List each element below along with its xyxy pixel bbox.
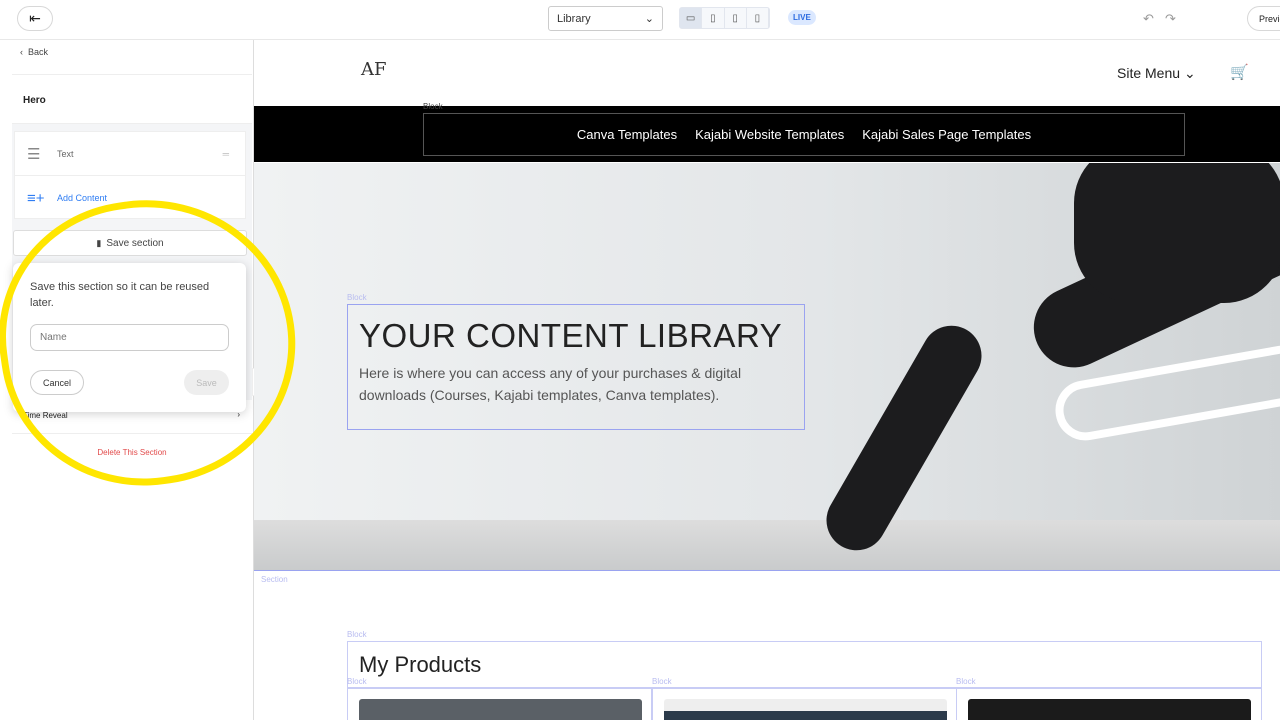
product-card[interactable]: [347, 688, 652, 720]
nav-bar: Block Canva Templates Kajabi Website Tem…: [254, 102, 1280, 162]
nav-links: Canva Templates Kajabi Website Templates…: [423, 113, 1185, 156]
section-name-input[interactable]: [30, 324, 229, 351]
product-image: [359, 699, 642, 720]
hero-text: Here is where you can access any of your…: [359, 365, 742, 403]
item-label: Add Content: [57, 193, 108, 203]
time-reveal-label: Time Reveal: [23, 411, 68, 420]
live-badge: LIVE: [788, 10, 816, 25]
chevron-down-icon: ⌄: [1183, 65, 1196, 81]
page-select-value: Library: [557, 12, 591, 25]
page-canvas: AF Site Menu ⌄ 🛒 Block Canva Templates K…: [254, 41, 1280, 720]
delete-section-link[interactable]: Delete This Section: [12, 448, 252, 457]
block-label: Block: [652, 677, 672, 686]
product-card[interactable]: [652, 688, 957, 720]
cancel-button[interactable]: Cancel: [30, 370, 84, 395]
nav-link[interactable]: Canva Templates: [577, 127, 677, 142]
save-button[interactable]: Save: [184, 370, 229, 395]
save-section-label: Save section: [106, 237, 164, 249]
save-section-button[interactable]: ▮ Save section: [13, 230, 247, 256]
block-label: Block: [347, 677, 367, 686]
desktop-icon[interactable]: ▭: [680, 8, 703, 28]
tablet-landscape-icon[interactable]: ▯: [702, 8, 725, 28]
site-menu-label: Site Menu: [1117, 65, 1181, 81]
bookmark-icon: ▮: [96, 237, 102, 248]
block-label: Block: [347, 630, 367, 639]
tablet-icon[interactable]: ▯: [725, 8, 747, 28]
products-title: My Products: [359, 652, 482, 677]
undo-icon[interactable]: ↶: [1143, 11, 1154, 27]
product-image: [664, 699, 947, 720]
top-toolbar: ⇤ Library⌄ ▭▯▯▯ LIVE ↶ ↷ Preview: [0, 0, 1280, 40]
add-list-icon: ≡+: [27, 189, 45, 207]
site-logo[interactable]: AF: [361, 59, 387, 80]
exit-icon: ⇤: [29, 10, 41, 26]
section-title: Hero: [12, 76, 252, 124]
hero-image-shape: [1074, 163, 1280, 303]
hero-floor: [254, 520, 1280, 570]
site-menu-button[interactable]: Site Menu ⌄: [1117, 65, 1196, 82]
content-item-text[interactable]: ☰ Text ═: [15, 132, 245, 176]
back-label: Back: [28, 47, 49, 57]
popover-message: Save this section so it can be reused la…: [30, 281, 210, 309]
nav-link[interactable]: Kajabi Website Templates: [695, 127, 844, 142]
products-heading-block[interactable]: My Products: [347, 641, 1262, 688]
block-label: Block: [347, 293, 367, 302]
hero-section[interactable]: Block YOUR CONTENT LIBRARY Here is where…: [254, 163, 1280, 571]
page-select[interactable]: Library ⌄: [548, 6, 663, 31]
content-list: ☰ Text ═ ≡+ Add Content: [14, 131, 246, 219]
preview-button[interactable]: Preview: [1247, 6, 1280, 31]
block-label: Block: [956, 677, 976, 686]
save-section-popover: Save this section so it can be reused la…: [13, 263, 246, 412]
hero-text-block[interactable]: YOUR CONTENT LIBRARY Here is where you c…: [347, 304, 805, 430]
cart-icon[interactable]: 🛒: [1230, 63, 1249, 81]
section-label: Section: [261, 575, 288, 584]
device-switcher: ▭ ▯ ▯ ▯: [679, 7, 770, 29]
redo-icon[interactable]: ↷: [1165, 11, 1176, 27]
chevron-down-icon: ⌄: [644, 13, 654, 25]
back-button[interactable]: ‹ Back: [12, 41, 252, 75]
hero-title: YOUR CONTENT LIBRARY: [359, 317, 783, 354]
drag-handle-icon[interactable]: ═: [223, 149, 229, 159]
add-content-button[interactable]: ≡+ Add Content: [15, 176, 245, 220]
block-label: Block: [423, 102, 443, 111]
product-card[interactable]: [956, 688, 1262, 720]
nav-link[interactable]: Kajabi Sales Page Templates: [862, 127, 1031, 142]
exit-button[interactable]: ⇤: [17, 6, 53, 31]
product-image: [968, 699, 1251, 720]
chevron-left-icon: ‹: [20, 47, 28, 57]
text-icon: ☰: [27, 145, 41, 163]
mobile-icon[interactable]: ▯: [747, 8, 769, 28]
item-label: Text: [57, 148, 74, 159]
